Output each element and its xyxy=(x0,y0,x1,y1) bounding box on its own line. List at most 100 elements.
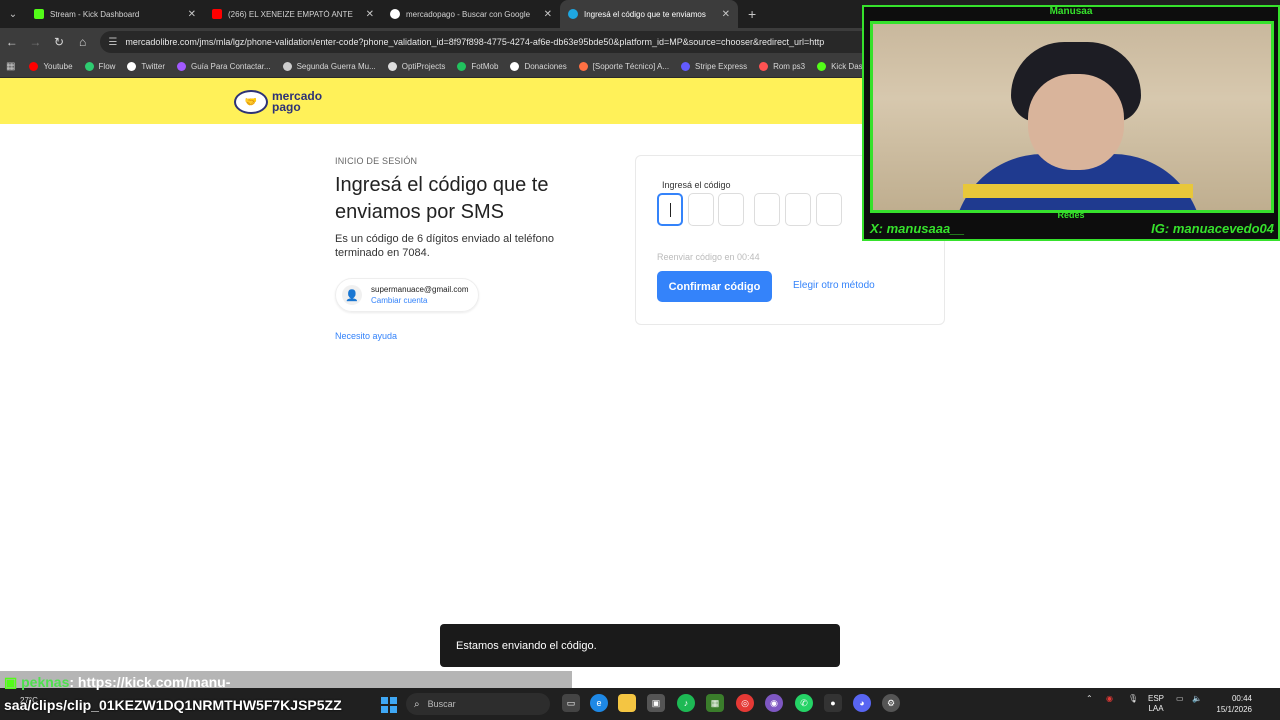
bookmark-label: Youtube xyxy=(43,62,73,71)
twitter-icon xyxy=(127,62,137,71)
whatsapp-icon[interactable]: ✆ xyxy=(795,694,813,712)
account-email: supermanuace@gmail.com xyxy=(371,285,469,294)
account-details: supermanuace@gmail.com Cambiar cuenta xyxy=(371,285,469,305)
youtube-icon xyxy=(212,9,222,19)
page-title: Ingresá el código que te enviamos por SM… xyxy=(335,174,549,223)
donations-icon xyxy=(510,62,520,71)
store-icon[interactable]: ▣ xyxy=(647,694,665,712)
language-indicator[interactable]: ESP LAA xyxy=(1148,694,1164,714)
choose-other-method-link[interactable]: Elegir otro método xyxy=(793,280,875,291)
change-account-link[interactable]: Cambiar cuenta xyxy=(371,296,469,305)
code-digit-input[interactable] xyxy=(785,193,811,226)
bookmark-item[interactable]: Segunda Guerra Mu... xyxy=(282,62,376,71)
bookmark-item[interactable]: Kick Das xyxy=(817,62,863,71)
clock[interactable]: 00:44 15/1/2026 xyxy=(1208,693,1252,715)
bookmark-item[interactable]: Twitter xyxy=(127,62,165,71)
search-placeholder: Buscar xyxy=(427,699,456,709)
discord-icon[interactable]: ◕ xyxy=(853,694,871,712)
code-digit-input[interactable] xyxy=(657,193,683,226)
taskbar-search[interactable]: ⌕ Buscar xyxy=(406,693,550,715)
rom-icon xyxy=(759,62,769,71)
chrome-icon[interactable]: ◎ xyxy=(736,694,754,712)
close-icon[interactable]: ✕ xyxy=(366,9,374,20)
kick-icon xyxy=(817,62,827,71)
chat-text: : https://kick.com/manu- xyxy=(69,674,231,690)
language-code: ESP xyxy=(1148,694,1165,703)
bookmark-item[interactable]: Donaciones xyxy=(510,62,567,71)
windows-start-icon[interactable] xyxy=(381,697,397,713)
globe-icon xyxy=(282,62,292,71)
bookmark-item[interactable]: OptiProjects xyxy=(387,62,446,71)
bookmark-item[interactable]: [Soporte Técnico] A... xyxy=(578,62,670,71)
tab-search-icon[interactable]: ⌄ xyxy=(0,0,26,28)
home-icon[interactable]: ⌂ xyxy=(71,28,95,56)
tab-youtube[interactable]: (266) EL XENEIZE EMPATÓ ANTE ✕ xyxy=(204,0,382,28)
code-digit-input[interactable] xyxy=(718,193,744,226)
help-link[interactable]: Necesito ayuda xyxy=(335,331,595,341)
steam-icon[interactable]: ⚙ xyxy=(882,694,900,712)
tab-title: mercadopago - Buscar con Google xyxy=(406,9,531,19)
streamer-name: Manusaa xyxy=(1049,6,1093,17)
search-icon: ⌕ xyxy=(414,698,420,710)
bookmark-item[interactable]: Rom ps3 xyxy=(759,62,805,71)
tab-title: (266) EL XENEIZE EMPATÓ ANTE xyxy=(228,9,353,19)
logo-line: pago xyxy=(272,100,301,114)
chat-username: peknas xyxy=(21,674,70,690)
page-description: Es un código de 6 dígitos enviado al tel… xyxy=(335,233,554,259)
volume-icon[interactable]: 🔈 xyxy=(1192,694,1202,703)
tab-title: Stream - Kick Dashboard xyxy=(50,9,140,19)
tab-kick-dashboard[interactable]: Stream - Kick Dashboard ✕ xyxy=(26,0,204,28)
bookmark-item[interactable]: Guía Para Contactar... xyxy=(176,62,271,71)
fotmob-icon xyxy=(457,62,467,71)
bookmark-label: Flow xyxy=(98,62,116,71)
flow-icon xyxy=(84,62,94,71)
code-label: Ingresá el código xyxy=(662,180,731,190)
chat-message: ▣ peknas: https://kick.com/manu- xyxy=(4,674,230,691)
guide-icon xyxy=(176,62,186,71)
new-tab-icon[interactable]: + xyxy=(738,6,766,22)
network-icon[interactable]: ▭ xyxy=(1176,694,1184,703)
mercadopago-logo[interactable]: 🤝 mercado pago xyxy=(234,90,322,114)
code-digit-input[interactable] xyxy=(688,193,714,226)
bookmark-label: OptiProjects xyxy=(401,62,446,71)
tray-chevron-icon[interactable]: ⌃ xyxy=(1086,694,1093,703)
optiprojects-icon xyxy=(387,62,397,71)
mercadopago-icon xyxy=(568,9,578,19)
edge-icon[interactable]: e xyxy=(590,694,608,712)
bookmark-label: Kick Das xyxy=(831,62,863,71)
kick-icon xyxy=(34,9,44,19)
spotify-icon[interactable]: ♪ xyxy=(677,694,695,712)
site-info-icon[interactable]: ☰ xyxy=(108,37,117,48)
task-view-icon[interactable]: ▭ xyxy=(562,694,580,712)
close-icon[interactable]: ✕ xyxy=(544,9,552,20)
forward-icon[interactable]: → xyxy=(24,28,48,56)
back-icon[interactable]: ← xyxy=(0,28,24,56)
bookmark-item[interactable]: Youtube xyxy=(29,62,73,71)
bookmark-item[interactable]: Stripe Express xyxy=(681,62,747,71)
reload-icon[interactable]: ↻ xyxy=(47,28,71,56)
code-digit-input[interactable] xyxy=(816,193,842,226)
bookmark-label: FotMob xyxy=(471,62,499,71)
support-icon xyxy=(578,62,588,71)
code-digit-input[interactable] xyxy=(754,193,780,226)
bookmark-label: Segunda Guerra Mu... xyxy=(296,62,376,71)
close-icon[interactable]: ✕ xyxy=(722,9,730,20)
bookmark-item[interactable]: Flow xyxy=(84,62,116,71)
tab-title: Ingresá el código que te enviamos xyxy=(584,9,706,19)
file-explorer-icon[interactable] xyxy=(618,694,636,712)
bookmark-item[interactable]: FotMob xyxy=(457,62,498,71)
tab-mercadopago[interactable]: Ingresá el código que te enviamos ✕ xyxy=(560,0,738,28)
microphone-icon[interactable]: 🎙 xyxy=(1128,694,1138,703)
close-icon[interactable]: ✕ xyxy=(188,9,196,20)
minecraft-icon[interactable]: ▦ xyxy=(706,694,724,712)
apps-icon[interactable]: ▦ xyxy=(6,61,15,72)
user-icon: 👤 xyxy=(342,285,362,305)
tab-google-search[interactable]: mercadopago - Buscar con Google ✕ xyxy=(382,0,560,28)
chat-message-continuation: saa/clips/clip_01KEZW1DQ1NRMTHW5F7KJSP5Z… xyxy=(4,697,342,713)
bookmark-label: Rom ps3 xyxy=(773,62,806,71)
tray-app-icon[interactable]: ◉ xyxy=(1106,694,1113,703)
app-icon[interactable]: ◉ xyxy=(765,694,783,712)
obs-icon[interactable]: ● xyxy=(824,694,842,712)
bookmark-label: [Soporte Técnico] A... xyxy=(592,62,670,71)
confirm-code-button[interactable]: Confirmar código xyxy=(657,271,772,302)
